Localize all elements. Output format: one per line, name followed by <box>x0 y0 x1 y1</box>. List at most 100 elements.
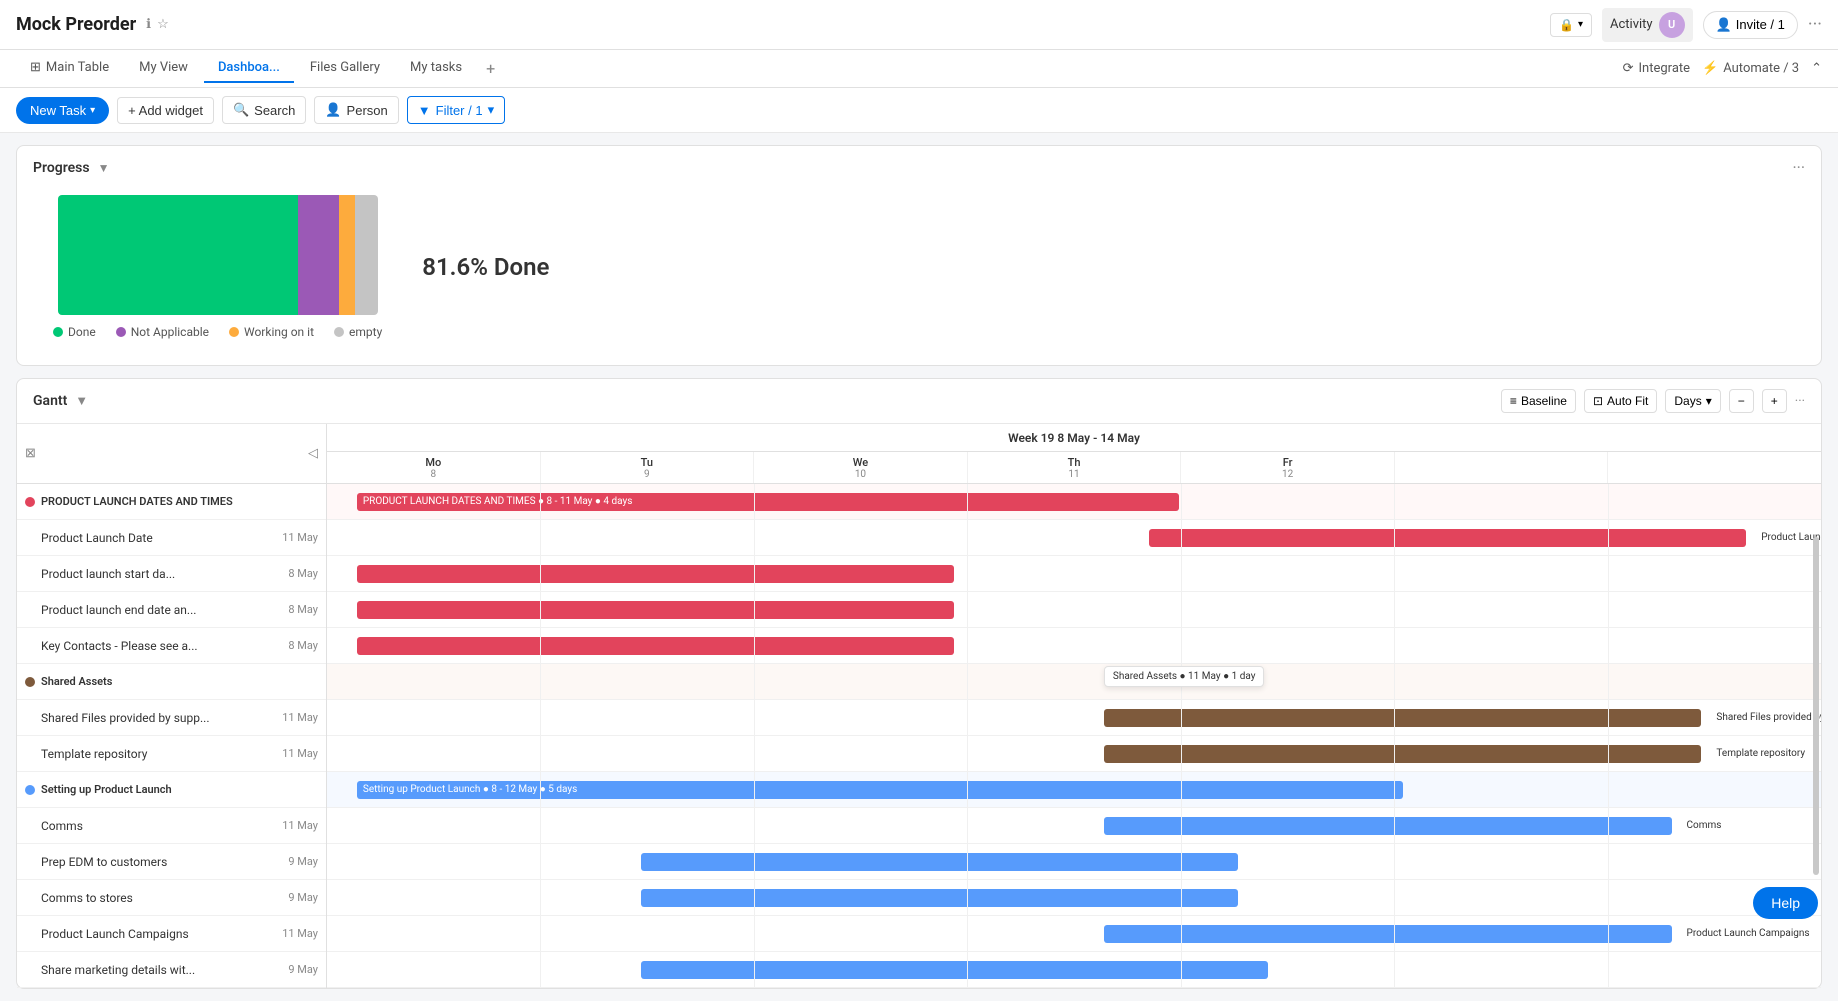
gantt-more-icon[interactable]: ··· <box>1795 394 1805 409</box>
lock-button[interactable]: 🔒 ▾ <box>1550 13 1592 37</box>
activity-button[interactable]: Activity U <box>1602 8 1693 42</box>
add-tab-button[interactable]: + <box>478 53 503 84</box>
week-header: Week 19 8 May - 14 May <box>327 424 1821 452</box>
legend-working-label: Working on it <box>244 325 314 339</box>
top-bar-icons: ℹ ☆ <box>146 17 169 32</box>
bar-1-3[interactable] <box>357 601 955 619</box>
chart-row-3-1: Comms <box>327 808 1821 844</box>
app-title: Mock Preorder <box>16 14 136 35</box>
star-icon[interactable]: ☆ <box>157 17 169 32</box>
day-th-num: 11 <box>1068 469 1079 480</box>
item-1-4-date: 8 May <box>288 639 318 653</box>
item-3-1-date: 11 May <box>282 819 318 833</box>
item-3-3-label: Comms to stores <box>41 891 133 905</box>
home-icon: ⊞ <box>30 60 41 75</box>
progress-filter-icon[interactable]: ▼ <box>98 161 110 175</box>
gantt-group-3: Setting up Product Launch <box>17 772 326 808</box>
gantt-scrollbar[interactable] <box>1813 537 1819 875</box>
tab-files-gallery[interactable]: Files Gallery <box>296 54 394 83</box>
bar-2-1[interactable] <box>1104 709 1702 727</box>
collapse-icon[interactable]: ⌃ <box>1811 61 1822 76</box>
bar-3-2[interactable] <box>641 853 1239 871</box>
legend-done: Done <box>53 325 96 339</box>
day-th: Th 11 <box>968 452 1182 483</box>
progress-percent: 81.6% Done <box>422 253 549 281</box>
gantt-title-area: Gantt ▼ <box>33 393 88 409</box>
gantt-row-item: Key Contacts - Please see a... 8 May <box>17 628 326 664</box>
progress-legend: Done Not Applicable Working on it e <box>53 315 382 339</box>
day-fr: Fr 12 <box>1181 452 1395 483</box>
chart-row-3-3 <box>327 880 1821 916</box>
progress-segment-empty <box>355 195 377 315</box>
day-mo: Mo 8 <box>327 452 541 483</box>
bar-3-4[interactable] <box>1104 925 1672 943</box>
autofit-button[interactable]: ⊡ Auto Fit <box>1584 389 1657 413</box>
zoom-in-button[interactable]: + <box>1762 389 1787 413</box>
tab-my-tasks[interactable]: My tasks <box>396 54 476 83</box>
tab-dashboard-label: Dashboa... <box>218 60 280 75</box>
tab-dashboard[interactable]: Dashboa... <box>204 54 294 83</box>
bar-3-1[interactable] <box>1104 817 1672 835</box>
autofit-icon: ⊡ <box>1593 394 1603 408</box>
gantt-group-1: PRODUCT LAUNCH DATES AND TIMES <box>17 484 326 520</box>
chart-row-group2: Shared Assets ● 11 May ● 1 day <box>327 664 1821 700</box>
search-button[interactable]: 🔍 Search <box>222 96 306 124</box>
shared-assets-tooltip-text: Shared Assets ● 11 May ● 1 day <box>1113 671 1256 682</box>
person-button[interactable]: 👤 Person <box>314 96 398 124</box>
gantt-controls: ≡ Baseline ⊡ Auto Fit Days ▾ − + ··· <box>1501 389 1805 413</box>
gantt-filter-icon[interactable]: ▼ <box>75 393 88 409</box>
bar-3-3[interactable] <box>641 889 1239 907</box>
bar-1-2[interactable] <box>357 565 955 583</box>
search-icon: 🔍 <box>233 102 249 118</box>
item-1-4-label: Key Contacts - Please see a... <box>41 639 198 653</box>
collapse-panel-icon[interactable]: ◁ <box>308 446 318 461</box>
item-3-5-date: 9 May <box>288 963 318 977</box>
zoom-out-button[interactable]: − <box>1729 389 1754 413</box>
autofit-label: Auto Fit <box>1607 394 1648 408</box>
item-3-5-label: Share marketing details wit... <box>41 963 195 977</box>
chart-row-3-2 <box>327 844 1821 880</box>
day-headers: Mo 8 Tu 9 We 10 Th 11 <box>327 452 1821 484</box>
bar-1-4[interactable] <box>357 637 955 655</box>
bar-2-2[interactable] <box>1104 745 1702 763</box>
top-bar-left: Mock Preorder ℹ ☆ <box>16 14 169 35</box>
baseline-button[interactable]: ≡ Baseline <box>1501 389 1576 413</box>
bar-1-1[interactable] <box>1149 529 1747 547</box>
gantt-left-panel: ⊠ ◁ PRODUCT LAUNCH DATES AND TIMES Produ… <box>17 424 327 988</box>
tab-my-view[interactable]: My View <box>125 54 202 83</box>
collapse-rows-icon[interactable]: ⊠ <box>25 446 36 461</box>
automate-button[interactable]: ⚡ Automate / 3 <box>1702 61 1799 76</box>
day-extra-1 <box>1395 452 1609 483</box>
more-options-icon[interactable]: ··· <box>1808 14 1822 35</box>
info-icon[interactable]: ℹ <box>146 17 151 32</box>
days-button[interactable]: Days ▾ <box>1665 389 1720 413</box>
filter-button[interactable]: ▼ Filter / 1 ▾ <box>407 96 505 124</box>
integrate-button[interactable]: ⟳ Integrate <box>1623 61 1690 76</box>
tab-main-table[interactable]: ⊞ Main Table <box>16 54 123 83</box>
gantt-item-1-4: Key Contacts - Please see a... 8 May <box>25 639 318 653</box>
item-2-1-date: 11 May <box>282 711 318 725</box>
add-widget-button[interactable]: + Add widget <box>117 97 214 124</box>
legend-empty-label: empty <box>349 325 382 339</box>
help-button[interactable]: Help <box>1753 887 1818 919</box>
item-1-2-label: Product launch start da... <box>41 567 175 581</box>
day-fr-num: 12 <box>1282 469 1293 480</box>
new-task-button[interactable]: New Task ▾ <box>16 97 109 124</box>
bar-3-5[interactable] <box>641 961 1268 979</box>
chart-row-3-5 <box>327 952 1821 988</box>
main-content: Progress ▼ ··· Done <box>0 133 1838 1001</box>
invite-button[interactable]: 👤 Invite / 1 <box>1703 11 1798 39</box>
group-3-gantt-bar[interactable]: Setting up Product Launch ● 8 - 12 May ●… <box>357 781 1403 799</box>
day-mo-num: 8 <box>430 469 436 480</box>
tabs-right: ⟳ Integrate ⚡ Automate / 3 ⌃ <box>1623 61 1822 76</box>
legend-na-dot <box>116 327 126 337</box>
item-3-4-label: Product Launch Campaigns <box>41 927 189 941</box>
lock-icon: 🔒 <box>1559 18 1574 32</box>
gantt-group-2: Shared Assets <box>17 664 326 700</box>
gantt-left-header: ⊠ ◁ <box>17 424 326 484</box>
group-1-gantt-bar[interactable]: PRODUCT LAUNCH DATES AND TIMES ● 8 - 11 … <box>357 493 1179 511</box>
item-2-2-date: 11 May <box>282 747 318 761</box>
progress-widget-menu[interactable]: ··· <box>1792 158 1805 177</box>
new-task-arrow-icon: ▾ <box>90 105 95 116</box>
item-1-1-label: Product Launch Date <box>41 531 153 545</box>
